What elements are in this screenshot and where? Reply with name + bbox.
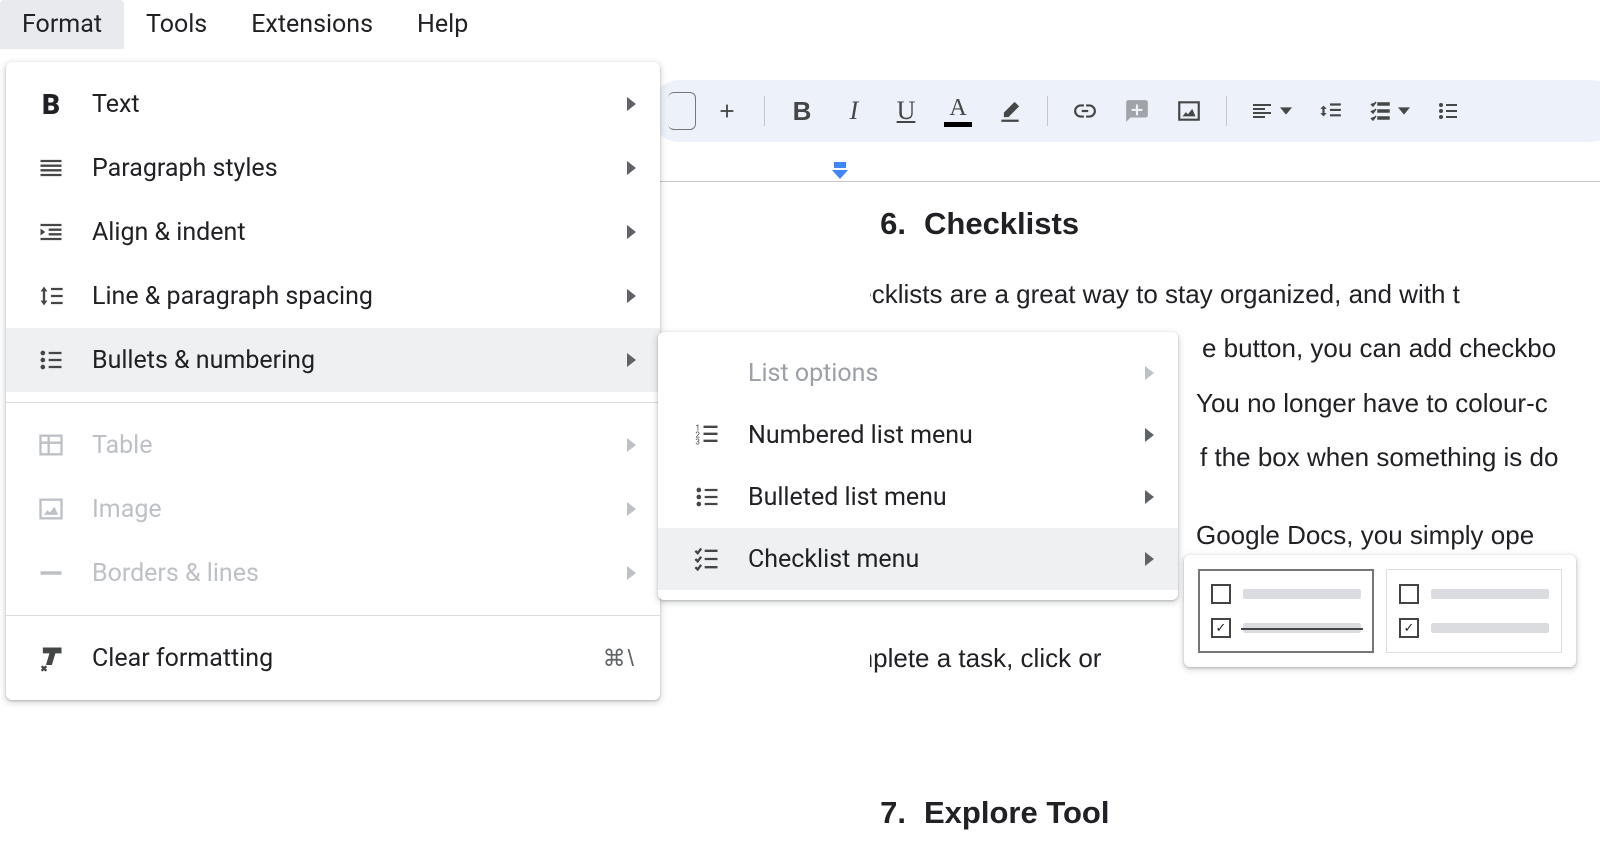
toolbar: B I U A bbox=[650, 80, 1600, 142]
chevron-right-icon bbox=[1145, 428, 1154, 442]
heading-number: 7. bbox=[870, 789, 906, 837]
chevron-right-icon bbox=[627, 438, 636, 452]
format-paragraph-styles-item[interactable]: Paragraph styles bbox=[6, 136, 660, 200]
image-icon bbox=[36, 494, 66, 524]
format-line-spacing-item[interactable]: Line & paragraph spacing bbox=[6, 264, 660, 328]
format-image-item: Image bbox=[6, 477, 660, 541]
underline-button[interactable]: U bbox=[885, 90, 927, 132]
chevron-right-icon bbox=[627, 161, 636, 175]
borders-lines-icon bbox=[36, 558, 66, 588]
format-clear-formatting-item[interactable]: Clear formatting ⌘\ bbox=[6, 626, 660, 690]
checklist-toolbar-button[interactable] bbox=[1361, 90, 1417, 132]
chevron-right-icon bbox=[627, 97, 636, 111]
heading-7: 7. Explore Tool bbox=[870, 789, 1600, 837]
menubar: Format Tools Extensions Help bbox=[0, 0, 1600, 61]
menu-divider bbox=[6, 402, 660, 403]
bold-icon: B bbox=[36, 89, 66, 119]
bullets-numbering-icon bbox=[36, 345, 66, 375]
menu-divider bbox=[6, 615, 660, 616]
add-button[interactable] bbox=[706, 90, 748, 132]
checkbox-unchecked-icon bbox=[1211, 584, 1231, 604]
paragraph-styles-icon bbox=[36, 153, 66, 183]
menu-format[interactable]: Format bbox=[0, 0, 124, 49]
checklist-menu-item[interactable]: Checklist menu bbox=[658, 528, 1178, 590]
checkbox-unchecked-icon bbox=[1399, 584, 1419, 604]
bullets-numbering-submenu: List options 123 Numbered list menu Bull… bbox=[658, 332, 1178, 600]
heading-title: Explore Tool bbox=[924, 789, 1109, 837]
menu-extensions[interactable]: Extensions bbox=[229, 0, 395, 49]
list-options-header[interactable]: List options bbox=[658, 342, 1178, 404]
align-button[interactable] bbox=[1243, 90, 1299, 132]
format-align-indent-item[interactable]: Align & indent bbox=[6, 200, 660, 264]
toolbar-separator bbox=[1047, 96, 1048, 126]
highlight-button[interactable] bbox=[989, 90, 1031, 132]
insert-link-button[interactable] bbox=[1064, 90, 1106, 132]
chevron-right-icon bbox=[627, 225, 636, 239]
bold-button[interactable]: B bbox=[781, 90, 823, 132]
indent-marker-icon[interactable] bbox=[830, 162, 850, 184]
body-text: You no longer have to colour-c bbox=[1196, 383, 1600, 423]
chevron-right-icon bbox=[1145, 366, 1154, 380]
chevron-right-icon bbox=[627, 566, 636, 580]
bulleted-list-toolbar-button[interactable] bbox=[1427, 90, 1469, 132]
keyboard-shortcut: ⌘\ bbox=[603, 645, 636, 672]
body-text: Google Docs, you simply ope bbox=[1196, 515, 1600, 555]
heading-number: 6. bbox=[870, 200, 906, 248]
bulleted-list-icon bbox=[692, 482, 722, 512]
ruler[interactable] bbox=[640, 160, 1600, 182]
format-text-item[interactable]: B Text bbox=[6, 72, 660, 136]
add-comment-button[interactable] bbox=[1116, 90, 1158, 132]
checklist-style-plain[interactable]: ✓ bbox=[1386, 569, 1562, 653]
numbered-list-icon: 123 bbox=[692, 420, 722, 450]
toolbar-separator bbox=[1226, 96, 1227, 126]
align-indent-icon bbox=[36, 217, 66, 247]
toolbar-separator bbox=[764, 96, 765, 126]
heading-6: 6. Checklists bbox=[870, 200, 1600, 248]
clear-formatting-icon bbox=[36, 643, 66, 673]
body-text: e button, you can add checkbo bbox=[1202, 328, 1600, 368]
line-spacing-button[interactable] bbox=[1309, 90, 1351, 132]
chevron-right-icon bbox=[627, 502, 636, 516]
toolbar-boxed-button[interactable] bbox=[668, 92, 696, 130]
format-bullets-numbering-item[interactable]: Bullets & numbering bbox=[6, 328, 660, 392]
checkbox-checked-icon: ✓ bbox=[1399, 618, 1419, 638]
body-text: Checklists are a great way to stay organ… bbox=[870, 274, 1600, 314]
menu-tools[interactable]: Tools bbox=[124, 0, 229, 49]
line-spacing-icon bbox=[36, 281, 66, 311]
svg-text:3: 3 bbox=[695, 436, 700, 446]
chevron-right-icon bbox=[627, 289, 636, 303]
bulleted-list-menu-item[interactable]: Bulleted list menu bbox=[658, 466, 1178, 528]
checklist-style-strikethrough[interactable]: ✓ bbox=[1198, 569, 1374, 653]
chevron-right-icon bbox=[1145, 552, 1154, 566]
chevron-right-icon bbox=[1145, 490, 1154, 504]
checklist-style-popout: ✓ ✓ bbox=[1184, 555, 1576, 667]
heading-title: Checklists bbox=[924, 200, 1079, 248]
table-icon bbox=[36, 430, 66, 460]
menu-help[interactable]: Help bbox=[395, 0, 490, 49]
checklist-icon bbox=[692, 544, 722, 574]
checkbox-checked-icon: ✓ bbox=[1211, 618, 1231, 638]
italic-button[interactable]: I bbox=[833, 90, 875, 132]
numbered-list-menu-item[interactable]: 123 Numbered list menu bbox=[658, 404, 1178, 466]
chevron-right-icon bbox=[627, 353, 636, 367]
text-color-button[interactable]: A bbox=[937, 90, 979, 132]
format-borders-lines-item: Borders & lines bbox=[6, 541, 660, 605]
format-table-item: Table bbox=[6, 413, 660, 477]
format-menu: B Text Paragraph styles Align & indent L… bbox=[6, 62, 660, 700]
insert-image-button[interactable] bbox=[1168, 90, 1210, 132]
body-text: f the box when something is do bbox=[1200, 437, 1600, 477]
